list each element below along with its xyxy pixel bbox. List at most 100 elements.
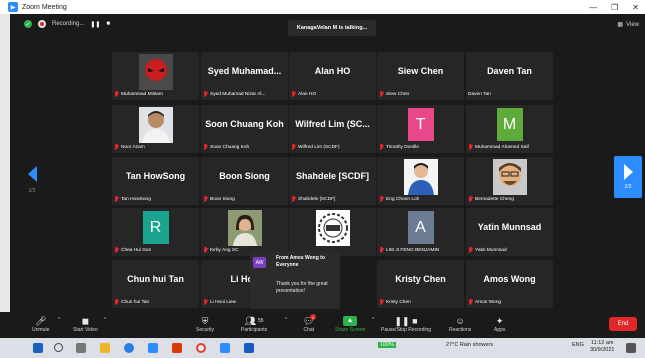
battery-indicator[interactable]: 100%	[378, 342, 397, 348]
search-icon[interactable]	[54, 343, 63, 352]
end-meeting-button[interactable]: End	[609, 317, 637, 331]
unmute-button[interactable]: 🎤︎ Unmute	[32, 315, 50, 334]
participant-name-label: Boon Siong	[203, 195, 235, 203]
clock[interactable]: 11:12 am 30/9/2021	[590, 340, 614, 354]
window-titlebar: ▶ Zoom Meeting — ❐ ✕	[0, 0, 645, 14]
participant-tile[interactable]: Syed Muhamad... Syed Muhamad Nizar Al...	[201, 52, 288, 100]
next-page-button[interactable]: 2/3	[614, 156, 642, 198]
participant-tile[interactable]: Kristy Chen Kristy Chen	[377, 260, 464, 308]
security-button[interactable]: ⛨ Security	[196, 315, 215, 334]
encryption-shield-icon[interactable]: ✓	[24, 20, 32, 28]
participant-tile[interactable]: Bernadette Cheng	[466, 157, 553, 205]
meeting-toolbar: 🎤︎ Unmute ^ ◼︎ Start Video ^ ⛨ Security …	[0, 312, 645, 338]
security-label: Security	[196, 327, 215, 333]
participant-tile[interactable]: Shahdele [SCDF] Shahdele [SCDF]	[289, 157, 376, 205]
powerpoint-icon[interactable]	[172, 343, 182, 353]
minimize-icon[interactable]: —	[589, 3, 597, 12]
stop-recording-button[interactable]: ■	[106, 21, 110, 27]
word-icon[interactable]	[244, 343, 254, 353]
participant-tile[interactable]: Alan HO Alan HO	[289, 52, 376, 100]
start-video-button[interactable]: ◼︎ Start Video	[73, 315, 98, 334]
participant-tile[interactable]: Tan HowSong Tan HowSong	[112, 157, 199, 205]
chrome-icon[interactable]	[196, 343, 206, 353]
participant-name-label: Siew Chen	[379, 90, 409, 98]
grid-view-icon: ▦	[617, 22, 624, 28]
arrow-right-icon	[623, 164, 633, 180]
reactions-button[interactable]: ☺︎ Reactions	[449, 315, 471, 333]
participants-chevron-icon[interactable]: ^	[285, 317, 287, 323]
outlook-icon[interactable]	[148, 343, 158, 353]
notifications-icon[interactable]	[626, 343, 636, 353]
participant-tile[interactable]: M Muhammad Ahamed Saif	[466, 105, 553, 153]
participant-tile[interactable]	[289, 208, 376, 256]
mic-muted-icon	[114, 195, 119, 203]
chat-sender: From Amos Wong to Everyone	[276, 255, 325, 268]
participant-display-name: Alan HO	[314, 66, 351, 76]
participant-video-frame	[227, 210, 262, 246]
language-indicator[interactable]: ENG	[572, 342, 584, 348]
participant-initial-avatar: R	[142, 211, 169, 244]
mic-muted-icon	[379, 298, 384, 306]
participant-tile[interactable]: Soon Chuang Koh Soon Chuang Koh	[201, 105, 288, 153]
participant-name: Yatin Munnsad	[475, 247, 507, 253]
participant-tile[interactable]: Kirby Ang SC	[201, 208, 288, 256]
recording-label: Recording...	[52, 21, 85, 27]
reactions-icon: ☺︎	[455, 316, 465, 326]
pause-stop-recording-button[interactable]: ❚❚ ■ Pause/Stop Recording	[381, 315, 431, 334]
audio-options-chevron-icon[interactable]: ^	[58, 317, 60, 323]
chat-notification[interactable]: AW From Amos Wong to Everyone Thank you …	[250, 251, 340, 309]
participant-tile[interactable]: Muhammad Mislam	[112, 52, 199, 100]
weather-widget[interactable]: 27°C Rain showers	[446, 342, 493, 348]
participant-name: Kristy Chen	[386, 299, 411, 305]
pause-recording-button[interactable]: ❚❚	[90, 21, 100, 28]
participant-tile[interactable]: Daven Tan Daven Tan	[466, 52, 553, 100]
participant-name-label: Wilfred Lim (SCDF)	[291, 143, 340, 151]
recording-dot-icon	[38, 20, 46, 28]
close-icon[interactable]: ✕	[632, 3, 639, 12]
participant-name-label: Amos Wong	[468, 298, 501, 306]
participant-name-label: LIM JI FENG BENJAMIN	[379, 246, 439, 254]
mic-muted-icon	[203, 90, 208, 98]
participant-tile[interactable]: Siew Chen Siew Chen	[377, 52, 464, 100]
participant-tile[interactable]: T Timothy Donille	[377, 105, 464, 153]
task-view-icon[interactable]	[76, 343, 86, 353]
participant-name: Noor Azam	[121, 144, 145, 150]
participants-count: 55	[258, 318, 264, 324]
file-explorer-icon[interactable]	[100, 343, 110, 353]
participant-name-label: Kristy Chen	[379, 298, 411, 306]
view-button[interactable]: ▦ View	[617, 21, 639, 29]
participant-name: Daven Tan	[468, 91, 491, 97]
participant-name-label: Soon Chuang Koh	[203, 143, 249, 151]
share-chevron-icon[interactable]: ^	[372, 317, 374, 323]
windows-start-icon[interactable]	[33, 343, 43, 353]
share-screen-button[interactable]: Share Screen	[335, 315, 366, 333]
participant-tile[interactable]: Boon Siong Boon Siong	[201, 157, 288, 205]
participant-tile[interactable]: Yatin Munnsad Yatin Munnsad	[466, 208, 553, 256]
participant-tile[interactable]: Chun hui Tan Chun hui Tan	[112, 260, 199, 308]
participant-tile[interactable]: R Chea Hui Gan	[112, 208, 199, 256]
unmute-label: Unmute	[32, 327, 50, 333]
participant-name: Syed Muhamad Nizar Al...	[210, 91, 266, 97]
restore-icon[interactable]: ❐	[611, 3, 618, 12]
sender-avatar: AW	[253, 257, 266, 268]
participant-display-name: Yatin Munnsad	[477, 222, 542, 232]
participant-name-label: Tan HowSong	[114, 195, 151, 203]
previous-page-button[interactable]: 2/3	[22, 166, 42, 196]
chat-button[interactable]: 💬︎ 1 Chat	[303, 314, 316, 333]
share-screen-label: Share Screen	[335, 327, 366, 333]
zoom-taskbar-icon[interactable]	[220, 343, 230, 353]
participant-tile[interactable]: Eng Choon Loh	[377, 157, 464, 205]
apps-button[interactable]: ✦ Apps	[494, 315, 505, 334]
participants-button[interactable]: 👥︎ 55 Participants	[241, 315, 267, 334]
participant-tile[interactable]: Amos Wong Amos Wong	[466, 260, 553, 308]
mic-muted-icon	[291, 90, 296, 98]
participant-name: Chea Hui Gan	[121, 247, 152, 253]
active-speaker-banner: KanagaVelan M is talking...	[288, 20, 376, 36]
edge-icon[interactable]	[124, 343, 134, 353]
participant-tile[interactable]: A LIM JI FENG BENJAMIN	[377, 208, 464, 256]
participant-video-frame	[138, 107, 173, 143]
participant-name: Wilfred Lim (SCDF)	[298, 144, 340, 150]
participant-tile[interactable]: Noor Azam	[112, 105, 199, 153]
participant-tile[interactable]: Wilfred Lim (SC... Wilfred Lim (SCDF)	[289, 105, 376, 153]
video-options-chevron-icon[interactable]: ^	[104, 317, 106, 323]
